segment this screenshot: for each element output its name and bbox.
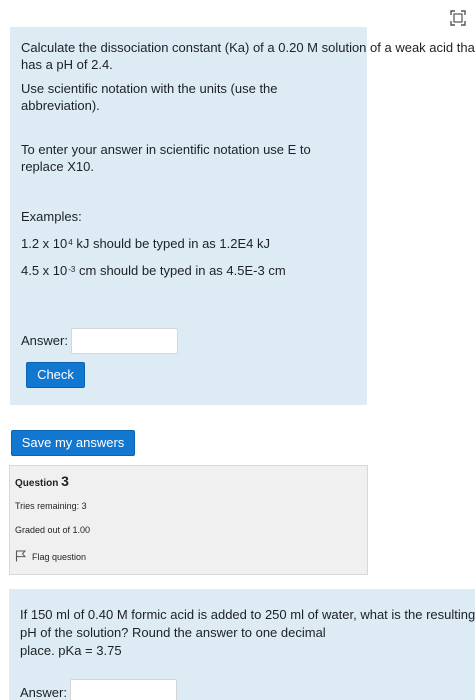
flag-icon (15, 550, 27, 564)
grade-info: Graded out of 1.00 (15, 525, 91, 535)
question-number: Question 3 (15, 473, 69, 489)
question-text-line: replace X10. (21, 159, 94, 174)
answer-input[interactable] (71, 328, 178, 354)
example-1: 1.2 x 104 kJ should be typed in as 1.2E4… (21, 234, 270, 255)
examples-heading: Examples: (21, 209, 82, 224)
check-button[interactable]: Check (26, 362, 85, 388)
fullscreen-icon (449, 9, 467, 27)
save-answers-button[interactable]: Save my answers (11, 430, 135, 456)
question-number-prefix: Question (15, 478, 62, 489)
example-2-base: 4.5 x 10 (21, 263, 68, 278)
flag-question-link[interactable]: Flag question (15, 550, 86, 564)
question-text-line: place. pKa = 3.75 (20, 643, 122, 658)
question-text-line: pH of the solution? Round the answer to … (20, 625, 326, 640)
answer-label: Answer: (20, 685, 67, 700)
question-text-line: has a pH of 2.4. (21, 57, 113, 72)
fullscreen-button[interactable] (449, 9, 467, 27)
question-number-value: 3 (61, 473, 69, 489)
example-2: 4.5 x 10-3 cm should be typed in as 4.5E… (21, 261, 286, 282)
question-text-line: abbreviation). (21, 98, 100, 113)
question-3-info: Question 3 Tries remaining: 3 Graded out… (9, 465, 368, 575)
example-2-text: cm should be typed in as 4.5E-3 cm (75, 263, 286, 278)
tries-remaining: Tries remaining: 3 (15, 501, 87, 511)
example-1-exponent: 4 (68, 238, 73, 247)
flag-label: Flag question (32, 552, 87, 562)
example-1-base: 1.2 x 10 (21, 236, 68, 251)
answer-label: Answer: (21, 333, 68, 348)
question-text-line: If 150 ml of 0.40 M formic acid is added… (20, 607, 475, 622)
example-2-exponent: -3 (68, 265, 76, 274)
example-1-text: kJ should be typed in as 1.2E4 kJ (72, 236, 271, 251)
answer-input[interactable] (70, 679, 177, 700)
